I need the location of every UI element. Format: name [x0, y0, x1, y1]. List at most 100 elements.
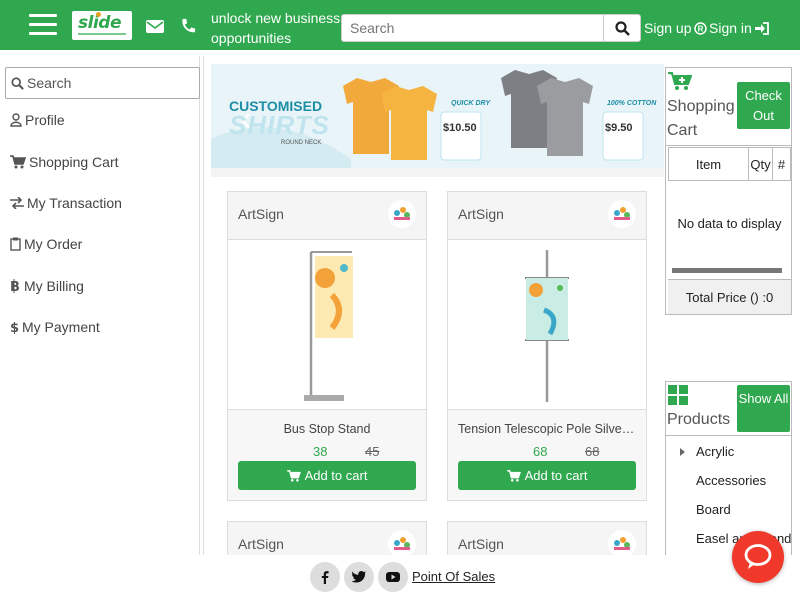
- brand-logo-icon: [608, 200, 636, 228]
- signup-link[interactable]: Sign up R: [644, 20, 708, 36]
- category-label: Accessories: [696, 473, 767, 488]
- show-all-button[interactable]: Show All: [737, 385, 790, 432]
- horizontal-scrollbar[interactable]: [672, 268, 782, 273]
- point-of-sales-link[interactable]: Point Of Sales: [412, 569, 495, 584]
- banner-subheading: ROUND NECK: [281, 140, 322, 146]
- add-to-cart-label: Add to cart: [524, 468, 588, 483]
- product-card[interactable]: ArtSign Tension Telescopic Pole Silver S…: [447, 191, 647, 501]
- banner-price1: $10.50: [443, 122, 477, 134]
- sidebar-item-label: Profile: [25, 112, 65, 128]
- sidebar-item-my-payment[interactable]: $ My Payment: [10, 319, 100, 335]
- sidebar-item-profile[interactable]: Profile: [10, 112, 65, 128]
- sidebar-item-label: My Payment: [22, 319, 100, 335]
- product-card[interactable]: ArtSign: [227, 521, 427, 556]
- chat-icon: [744, 544, 772, 569]
- search-icon: [11, 76, 24, 90]
- add-to-cart-button[interactable]: Add to cart: [458, 461, 636, 490]
- facebook-icon: [321, 570, 329, 584]
- col-qty: Qty: [748, 147, 773, 181]
- product-image[interactable]: [228, 240, 426, 410]
- sign-in-icon: [754, 21, 769, 35]
- svg-text:R: R: [698, 24, 704, 33]
- twitter-button[interactable]: [344, 562, 374, 592]
- products-panel: Products Show All Acrylic Accessories Bo…: [665, 381, 792, 561]
- product-price: 38: [313, 444, 328, 459]
- phone-icon[interactable]: [179, 18, 197, 34]
- category-item[interactable]: Accessories: [668, 466, 791, 495]
- cart-plus-icon: [506, 469, 521, 482]
- signin-label: Sign in: [709, 20, 752, 36]
- product-price: 68: [533, 444, 548, 459]
- twitter-icon: [352, 571, 366, 583]
- youtube-button[interactable]: [378, 562, 408, 592]
- banner-tag1: QUICK DRY: [451, 100, 491, 107]
- checkout-button[interactable]: Check Out: [737, 82, 790, 129]
- product-old-price: 45: [365, 444, 380, 459]
- grid-icon: [668, 385, 688, 405]
- site-logo[interactable]: slide: [72, 11, 132, 40]
- search-button[interactable]: [603, 14, 641, 42]
- sidebar: Search Profile Shopping Cart My Transact…: [0, 56, 200, 556]
- user-icon: [10, 113, 22, 127]
- exchange-icon: [10, 197, 24, 209]
- sidebar-item-label: My Transaction: [27, 195, 122, 211]
- sidebar-item-label: My Order: [24, 236, 83, 252]
- product-card[interactable]: ArtSign: [447, 521, 647, 556]
- category-item[interactable]: Board: [668, 495, 791, 524]
- dollar-icon: $: [10, 321, 19, 334]
- add-to-cart-label: Add to cart: [304, 468, 368, 483]
- sidebar-item-label: Shopping Cart: [29, 154, 119, 170]
- cart-plus-icon: [286, 469, 301, 482]
- bitcoin-icon: B: [10, 279, 20, 293]
- product-brand: ArtSign: [238, 206, 284, 222]
- product-brand: ArtSign: [238, 536, 284, 552]
- sidebar-item-my-order[interactable]: My Order: [10, 236, 82, 252]
- registered-icon: R: [694, 21, 708, 35]
- col-hash: #: [772, 147, 791, 181]
- add-to-cart-button[interactable]: Add to cart: [238, 461, 416, 490]
- svg-text:$: $: [10, 321, 19, 334]
- telescopic-pole-stand-image: [525, 250, 569, 402]
- product-image[interactable]: [448, 240, 646, 410]
- col-item: Item: [668, 147, 749, 181]
- menu-icon[interactable]: [29, 14, 57, 36]
- sidebar-item-my-transaction[interactable]: My Transaction: [10, 195, 122, 211]
- brand-logo-icon: [388, 200, 416, 228]
- search-input[interactable]: [341, 14, 604, 42]
- products-title: Products: [667, 411, 731, 428]
- shopping-cart-panel: Shopping Cart Check Out Item Qty # No da…: [665, 67, 792, 315]
- signup-label: Sign up: [644, 20, 692, 36]
- product-card[interactable]: ArtSign Bus Stop Stand 38 45 Add to cart: [227, 191, 427, 501]
- empty-message: No data to display: [677, 216, 782, 231]
- sidebar-item-label: My Billing: [24, 278, 84, 294]
- banner-price2: $9.50: [605, 122, 633, 134]
- cart-plus-icon: [668, 72, 692, 90]
- tagline: unlock new business opportunities: [211, 10, 341, 46]
- bus-stop-stand-image: [304, 251, 353, 401]
- sidebar-item-my-billing[interactable]: B My Billing: [10, 278, 84, 294]
- youtube-icon: [386, 572, 400, 582]
- caret-right-icon: [680, 448, 685, 456]
- signin-link[interactable]: Sign in: [709, 20, 769, 36]
- cart-icon: [10, 155, 26, 169]
- category-label: Acrylic: [696, 444, 735, 459]
- sidebar-search-placeholder: Search: [27, 75, 72, 91]
- svg-text:B: B: [10, 280, 20, 293]
- main-content: CUSTOMISED SHIRTS ROUND NECK QUICK DRY 1…: [203, 56, 664, 556]
- chat-button[interactable]: [732, 531, 784, 583]
- product-old-price: 68: [585, 444, 600, 459]
- category-item[interactable]: Acrylic: [668, 437, 791, 466]
- product-brand: ArtSign: [458, 206, 504, 222]
- footer: Point Of Sales: [0, 555, 800, 600]
- total-price: Total Price () :0: [668, 279, 791, 314]
- clipboard-icon: [10, 237, 21, 251]
- cart-table: Item Qty #: [668, 147, 791, 181]
- facebook-button[interactable]: [310, 562, 340, 592]
- banner-heading2: SHIRTS: [229, 110, 330, 140]
- promo-banner[interactable]: CUSTOMISED SHIRTS ROUND NECK QUICK DRY 1…: [211, 64, 664, 177]
- sidebar-search-input[interactable]: Search: [5, 67, 200, 99]
- brand-logo-icon: [388, 530, 416, 555]
- envelope-icon[interactable]: [146, 18, 164, 34]
- cart-title: Shopping Cart: [667, 98, 735, 139]
- sidebar-item-shopping-cart[interactable]: Shopping Cart: [10, 154, 119, 170]
